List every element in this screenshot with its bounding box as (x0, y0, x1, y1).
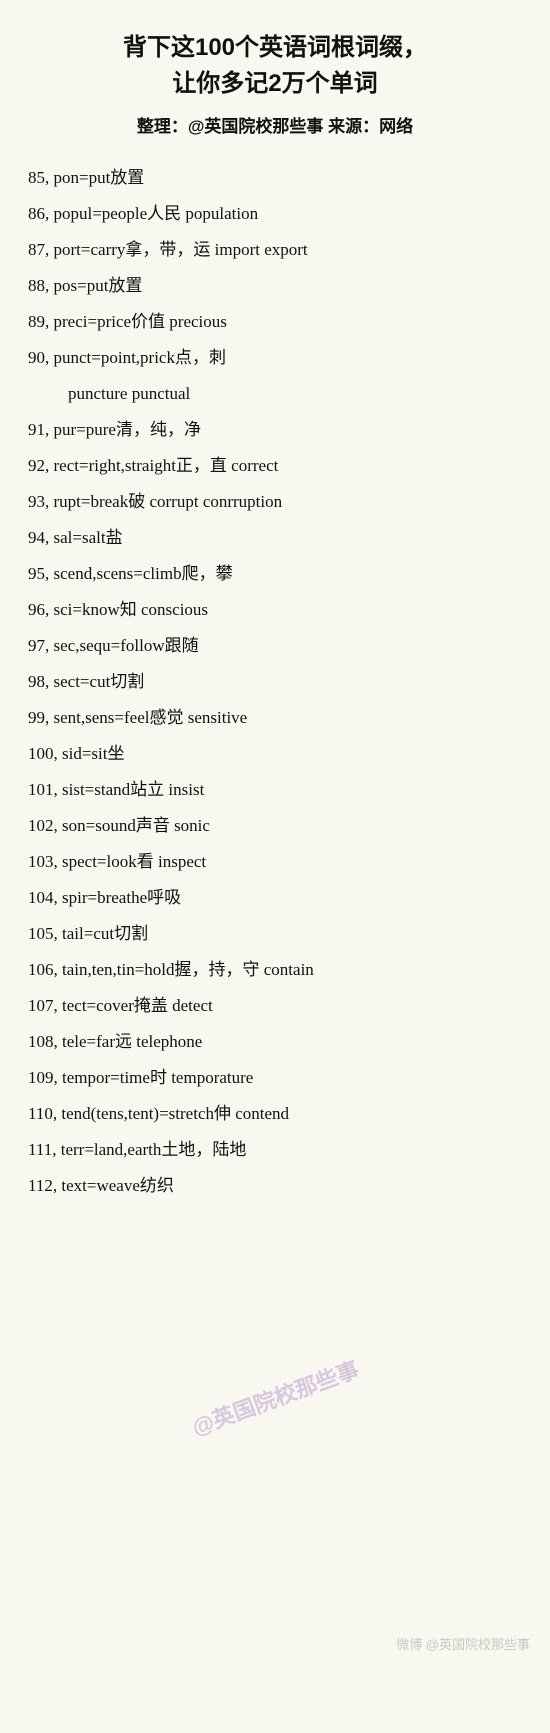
subtitle: 整理：@英国院校那些事 来源：网络 (28, 112, 522, 137)
entry-main-line: 111, terr=land,earth土地，陆地 (28, 1133, 522, 1167)
list-item: 103, spect=look看 inspect (28, 845, 522, 879)
list-item: 106, tain,ten,tin=hold握，持，守 contain (28, 953, 522, 987)
list-item: 88, pos=put放置 (28, 269, 522, 303)
list-item: 111, terr=land,earth土地，陆地 (28, 1133, 522, 1167)
list-item: 112, text=weave纺织 (28, 1169, 522, 1203)
list-item: 87, port=carry拿，带，运 import export (28, 233, 522, 267)
title: 背下这100个英语词根词缀， 让你多记2万个单词 (28, 30, 522, 102)
entry-main-line: 97, sec,sequ=follow跟随 (28, 629, 522, 663)
list-item: 97, sec,sequ=follow跟随 (28, 629, 522, 663)
list-item: 91, pur=pure清，纯，净 (28, 413, 522, 447)
list-item: 98, sect=cut切割 (28, 665, 522, 699)
entry-main-line: 89, preci=price价值 precious (28, 305, 522, 339)
entry-main-line: 93, rupt=break破 corrupt conrruption (28, 485, 522, 519)
entry-main-line: 104, spir=breathe呼吸 (28, 881, 522, 915)
list-item: 94, sal=salt盐 (28, 521, 522, 555)
entry-main-line: 105, tail=cut切割 (28, 917, 522, 951)
list-item: 101, sist=stand站立 insist (28, 773, 522, 807)
watermark: @英国院校那些事 (187, 1352, 363, 1442)
bottom-watermark: 微博 @英国院校那些事 (396, 1634, 530, 1653)
entry-main-line: 95, scend,scens=climb爬，攀 (28, 557, 522, 591)
entry-main-line: 98, sect=cut切割 (28, 665, 522, 699)
entry-main-line: 99, sent,sens=feel感觉 sensitive (28, 701, 522, 735)
list-item: 109, tempor=time时 temporature (28, 1061, 522, 1095)
entry-main-line: 110, tend(tens,tent)=stretch伸 contend (28, 1097, 522, 1131)
list-item: 85, pon=put放置 (28, 161, 522, 195)
entry-main-line: 112, text=weave纺织 (28, 1169, 522, 1203)
entry-main-line: 86, popul=people人民 population (28, 197, 522, 231)
entry-main-line: 91, pur=pure清，纯，净 (28, 413, 522, 447)
entry-main-line: 92, rect=right,straight正，直 correct (28, 449, 522, 483)
entry-main-line: 94, sal=salt盐 (28, 521, 522, 555)
list-item: 89, preci=price价值 precious (28, 305, 522, 339)
list-item: 108, tele=far远 telephone (28, 1025, 522, 1059)
list-item: 105, tail=cut切割 (28, 917, 522, 951)
list-item: 90, punct=point,prick点，刺puncture punctua… (28, 341, 522, 411)
entry-main-line: 107, tect=cover掩盖 detect (28, 989, 522, 1023)
list-item: 96, sci=know知 conscious (28, 593, 522, 627)
entry-main-line: 96, sci=know知 conscious (28, 593, 522, 627)
list-item: 102, son=sound声音 sonic (28, 809, 522, 843)
list-item: 93, rupt=break破 corrupt conrruption (28, 485, 522, 519)
entries-list: 85, pon=put放置86, popul=people人民 populati… (28, 161, 522, 1203)
list-item: 92, rect=right,straight正，直 correct (28, 449, 522, 483)
list-item: 95, scend,scens=climb爬，攀 (28, 557, 522, 591)
title-line2: 让你多记2万个单词 (172, 70, 377, 97)
entry-main-line: 87, port=carry拿，带，运 import export (28, 233, 522, 267)
entry-main-line: 85, pon=put放置 (28, 161, 522, 195)
subtitle-text: 整理：@英国院校那些事 来源：网络 (137, 117, 413, 136)
entry-main-line: 103, spect=look看 inspect (28, 845, 522, 879)
entry-main-line: 100, sid=sit坐 (28, 737, 522, 771)
entry-main-line: 102, son=sound声音 sonic (28, 809, 522, 843)
list-item: 104, spir=breathe呼吸 (28, 881, 522, 915)
title-line1: 背下这100个英语词根词缀， (123, 34, 427, 61)
list-item: 110, tend(tens,tent)=stretch伸 contend (28, 1097, 522, 1131)
entry-main-line: 101, sist=stand站立 insist (28, 773, 522, 807)
entry-main-line: 109, tempor=time时 temporature (28, 1061, 522, 1095)
entry-main-line: 108, tele=far远 telephone (28, 1025, 522, 1059)
entry-continuation-line: puncture punctual (28, 377, 522, 411)
list-item: 86, popul=people人民 population (28, 197, 522, 231)
entry-main-line: 106, tain,ten,tin=hold握，持，守 contain (28, 953, 522, 987)
list-item: 107, tect=cover掩盖 detect (28, 989, 522, 1023)
list-item: 100, sid=sit坐 (28, 737, 522, 771)
page: 背下这100个英语词根词缀， 让你多记2万个单词 整理：@英国院校那些事 来源：… (0, 0, 550, 1733)
list-item: 99, sent,sens=feel感觉 sensitive (28, 701, 522, 735)
entry-main-line: 88, pos=put放置 (28, 269, 522, 303)
entry-main-line: 90, punct=point,prick点，刺 (28, 341, 522, 375)
